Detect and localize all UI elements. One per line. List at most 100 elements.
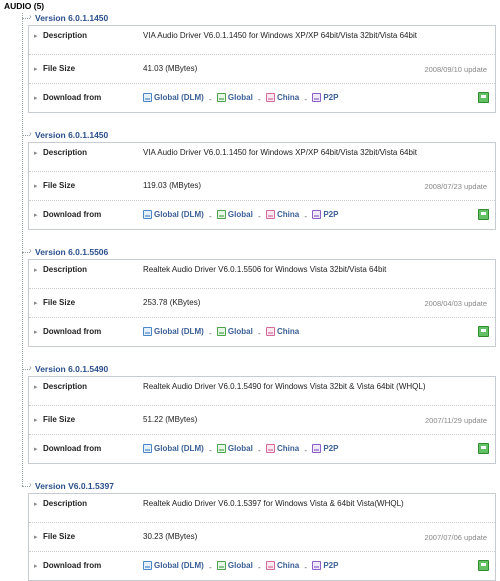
chevron-right-icon: ▸	[34, 267, 38, 274]
link-china[interactable]: China	[265, 561, 299, 570]
version-title[interactable]: Version 6.0.1.1450	[35, 130, 108, 140]
file-icon	[143, 444, 152, 453]
file-size-value: 253.78 (KBytes)	[143, 298, 201, 307]
version-header: › Version V6.0.1.5397	[22, 480, 496, 493]
chevron-right-icon: ▸	[34, 212, 38, 219]
file-icon	[312, 444, 322, 453]
link-global-dlm[interactable]: Global (DLM)	[143, 210, 204, 219]
download-from-label: Download from	[43, 561, 102, 570]
chevron-right-icon: ▸	[34, 563, 38, 570]
link-china[interactable]: China	[265, 210, 299, 219]
download-from-label: Download from	[43, 327, 102, 336]
file-icon	[143, 327, 152, 336]
download-row: ▸ Download from Global (DLM) - Global - …	[29, 318, 495, 346]
chevron-right-icon: ▸	[34, 183, 38, 190]
file-icon	[216, 561, 226, 570]
chevron-right-icon: ▸	[34, 329, 38, 336]
link-separator: -	[304, 95, 308, 104]
chevron-right-icon: ▸	[34, 95, 38, 102]
link-p2p[interactable]: P2P	[312, 444, 338, 453]
file-icon	[143, 210, 152, 219]
file-icon	[265, 93, 275, 102]
file-icon	[216, 210, 226, 219]
version-title[interactable]: Version 6.0.1.5490	[35, 364, 108, 374]
download-icon[interactable]	[478, 92, 489, 103]
file-size-value: 51.22 (MBytes)	[143, 415, 198, 424]
description-row: ▸ Description Realtek Audio Driver V6.0.…	[29, 494, 495, 523]
file-size-label: File Size	[43, 298, 76, 307]
file-size-row: ▸ File Size 51.22 (MBytes) 2007/11/29 up…	[29, 406, 495, 435]
file-size-label: File Size	[43, 64, 76, 73]
download-icon[interactable]	[478, 326, 489, 337]
download-from-label: Download from	[43, 210, 102, 219]
chevron-right-icon: ▸	[34, 446, 38, 453]
link-separator: -	[258, 212, 261, 221]
link-global-dlm[interactable]: Global (DLM)	[143, 561, 204, 570]
tree-arrow-icon: ›	[29, 12, 32, 21]
link-p2p[interactable]: P2P	[312, 93, 338, 102]
version-details: ▸ Description Realtek Audio Driver V6.0.…	[28, 259, 496, 347]
description-label: Description	[43, 31, 88, 40]
description-row: ▸ Description VIA Audio Driver V6.0.1.14…	[29, 26, 495, 55]
link-separator: -	[304, 212, 308, 221]
download-links: Global (DLM) - Global - China - P2P	[143, 93, 338, 104]
link-china[interactable]: China	[265, 444, 299, 453]
link-global[interactable]: Global	[216, 210, 253, 219]
version-title[interactable]: Version 6.0.1.5506	[35, 247, 108, 257]
download-row: ▸ Download from Global (DLM) - Global - …	[29, 552, 495, 580]
download-icon[interactable]	[478, 443, 489, 454]
link-separator: -	[258, 446, 261, 455]
file-icon	[143, 93, 152, 102]
download-icon[interactable]	[478, 560, 489, 571]
file-size-label: File Size	[43, 532, 76, 541]
link-global-dlm[interactable]: Global (DLM)	[143, 327, 204, 336]
chevron-right-icon: ▸	[34, 150, 38, 157]
description-value: Realtek Audio Driver V6.0.1.5490 for Win…	[143, 382, 426, 391]
file-icon	[143, 561, 152, 570]
description-value: VIA Audio Driver V6.0.1.1450 for Windows…	[143, 148, 417, 157]
chevron-right-icon: ▸	[34, 534, 38, 541]
file-icon	[312, 561, 322, 570]
link-global-dlm[interactable]: Global (DLM)	[143, 93, 204, 102]
link-global[interactable]: Global	[216, 444, 253, 453]
file-icon	[265, 210, 275, 219]
download-row: ▸ Download from Global (DLM) - Global - …	[29, 435, 495, 463]
file-icon	[216, 444, 226, 453]
download-row: ▸ Download from Global (DLM) - Global - …	[29, 201, 495, 229]
link-global-dlm[interactable]: Global (DLM)	[143, 444, 204, 453]
link-china[interactable]: China	[265, 93, 299, 102]
link-separator: -	[209, 95, 212, 104]
link-global[interactable]: Global	[216, 93, 253, 102]
tree-arrow-icon: ›	[29, 246, 32, 255]
chevron-right-icon: ▸	[34, 300, 38, 307]
file-icon	[216, 93, 226, 102]
version-header: › Version 6.0.1.5506	[22, 246, 496, 259]
link-separator: -	[304, 446, 308, 455]
file-size-row: ▸ File Size 119.03 (MBytes) 2008/07/23 u…	[29, 172, 495, 201]
file-size-value: 30.23 (MBytes)	[143, 532, 198, 541]
description-label: Description	[43, 265, 88, 274]
link-global[interactable]: Global	[216, 327, 253, 336]
version-details: ▸ Description Realtek Audio Driver V6.0.…	[28, 493, 496, 581]
file-size-row: ▸ File Size 41.03 (MBytes) 2008/09/10 up…	[29, 55, 495, 84]
tree-arrow-icon: ›	[29, 363, 32, 372]
tree-arrow-icon: ›	[29, 480, 32, 489]
download-icon[interactable]	[478, 209, 489, 220]
version-title[interactable]: Version 6.0.1.1450	[35, 13, 108, 23]
link-p2p[interactable]: P2P	[312, 561, 338, 570]
chevron-right-icon: ▸	[34, 501, 38, 508]
section-title: AUDIO (5)	[4, 1, 45, 11]
file-icon	[265, 327, 275, 336]
download-from-label: Download from	[43, 444, 102, 453]
file-size-label: File Size	[43, 415, 76, 424]
link-p2p[interactable]: P2P	[312, 210, 338, 219]
version-title[interactable]: Version V6.0.1.5397	[35, 481, 114, 491]
description-row: ▸ Description VIA Audio Driver V6.0.1.14…	[29, 143, 495, 172]
file-size-value: 119.03 (MBytes)	[143, 181, 202, 190]
link-global[interactable]: Global	[216, 561, 253, 570]
file-size-row: ▸ File Size 253.78 (KBytes) 2008/04/03 u…	[29, 289, 495, 318]
link-china[interactable]: China	[265, 327, 299, 336]
link-separator: -	[209, 446, 212, 455]
description-label: Description	[43, 148, 88, 157]
file-icon	[312, 93, 322, 102]
